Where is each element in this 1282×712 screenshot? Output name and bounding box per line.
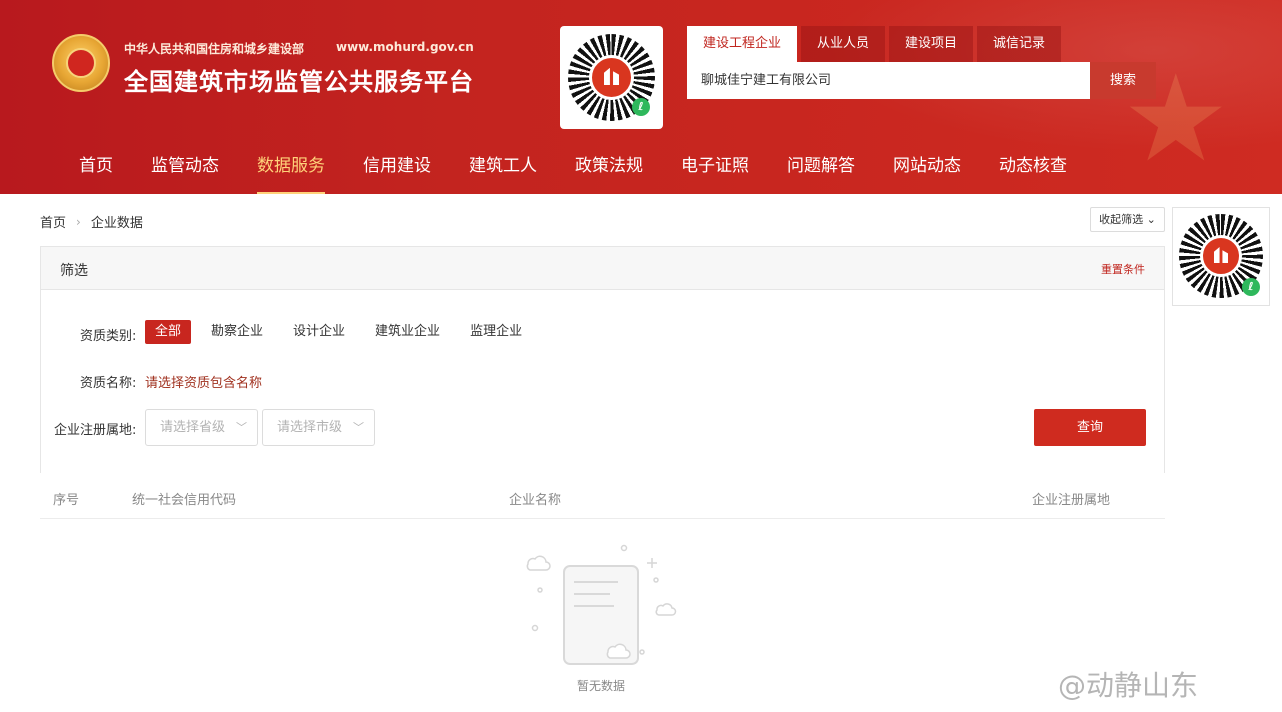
chevron-right-icon: › [76,214,81,229]
results-table-header: 序号 统一社会信用代码 企业名称 企业注册属地 [40,473,1165,519]
search-tab-project[interactable]: 建设项目 [889,26,974,62]
column-header-region: 企业注册属地 [1032,493,1111,508]
nav-item-credit[interactable]: 信用建设 [344,138,450,194]
nav-item-site-news[interactable]: 网站动态 [874,138,980,194]
nav-item-faq[interactable]: 问题解答 [768,138,874,194]
reset-conditions-link[interactable]: 重置条件 [1101,261,1145,277]
side-qr-code: ℓ [1172,207,1270,306]
breadcrumb-current: 企业数据 [90,216,143,231]
nav-item-data-service[interactable]: 数据服务 [238,138,344,194]
qual-type-construction[interactable]: 建筑业企业 [365,320,450,344]
site-header: ★ 中华人民共和国住房和城乡建设部 www.mohurd.gov.cn 全国建筑… [0,0,1282,194]
chevron-down-icon: ﹀ [353,421,364,434]
query-button[interactable]: 查询 [1034,409,1146,446]
ministry-name: 中华人民共和国住房和城乡建设部 [124,42,305,56]
search-button[interactable]: 搜索 [1090,62,1156,99]
qualification-name-selector[interactable]: 请选择资质包含名称 [145,372,262,391]
nav-item-policy[interactable]: 政策法规 [556,138,662,194]
filter-header: 筛选 重置条件 [41,247,1164,290]
qualification-name-label: 资质名称: [80,376,137,391]
miniprogram-icon: ℓ [1242,278,1260,296]
search-input[interactable]: 聊城佳宁建工有限公司 [687,62,1090,99]
nav-item-verification[interactable]: 动态核查 [980,138,1086,194]
empty-data-illustration [526,544,677,665]
breadcrumb-home[interactable]: 首页 [40,212,66,231]
miniprogram-icon: ℓ [632,98,650,116]
collapse-filter-button[interactable]: 收起筛选 ⌄ [1090,207,1165,232]
nav-item-home[interactable]: 首页 [60,138,132,194]
city-select[interactable]: 请选择市级 ﹀ [262,409,375,446]
province-select[interactable]: 请选择省级 ﹀ [145,409,258,446]
nav-item-workers[interactable]: 建筑工人 [450,138,556,194]
column-header-credit-code: 统一社会信用代码 [132,493,237,508]
registration-region-label: 企业注册属地: [54,423,137,438]
search-tabs: 建设工程企业 从业人员 建设项目 诚信记录 [687,26,1065,62]
nav-item-supervision[interactable]: 监管动态 [132,138,238,194]
search-tab-personnel[interactable]: 从业人员 [801,26,886,62]
search-tab-enterprise[interactable]: 建设工程企业 [687,26,798,62]
empty-state-text: 暂无数据 [577,679,626,693]
filter-title: 筛选 [60,263,88,279]
column-header-index: 序号 [53,493,80,508]
qual-type-survey[interactable]: 勘察企业 [201,320,273,344]
qual-type-all[interactable]: 全部 [145,320,192,344]
qualification-type-label: 资质类别: [80,329,137,344]
miniprogram-qr-code: ℓ [560,26,663,129]
qualification-type-options: 全部 勘察企业 设计企业 建筑业企业 监理企业 [145,320,542,344]
nav-item-e-license[interactable]: 电子证照 [662,138,768,194]
site-title[interactable]: 全国建筑市场监管公共服务平台 [124,62,474,97]
column-header-enterprise-name: 企业名称 [509,493,562,508]
chevron-down-icon: ﹀ [236,421,247,434]
national-emblem-icon [52,34,110,92]
search-tab-credit[interactable]: 诚信记录 [977,26,1062,62]
qual-type-supervision[interactable]: 监理企业 [460,320,532,344]
site-url[interactable]: www.mohurd.gov.cn [336,40,474,54]
main-nav: 首页 监管动态 数据服务 信用建设 建筑工人 政策法规 电子证照 问题解答 网站… [60,138,1086,194]
chevron-down-icon: ⌄ [1143,213,1156,226]
breadcrumb: 首页 › 企业数据 [40,212,143,232]
filter-panel: 筛选 重置条件 资质类别: 全部 勘察企业 设计企业 建筑业企业 监理企业 资质… [40,246,1165,473]
watermark: @动静山东 [1058,669,1199,702]
qual-type-design[interactable]: 设计企业 [283,320,355,344]
